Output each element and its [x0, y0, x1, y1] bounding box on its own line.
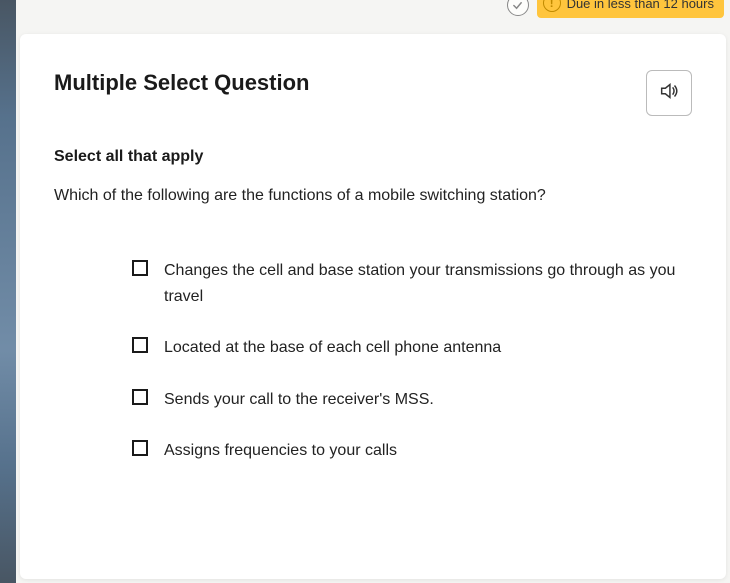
checkbox[interactable] [132, 260, 148, 276]
due-text: Due in less than 12 hours [567, 0, 714, 11]
warning-glyph: ! [550, 0, 554, 10]
options-list: Changes the cell and base station your t… [54, 258, 692, 464]
option-row[interactable]: Sends your call to the receiver's MSS. [132, 387, 682, 413]
option-text: Sends your call to the receiver's MSS. [164, 387, 434, 413]
checkbox[interactable] [132, 337, 148, 353]
warning-icon: ! [543, 0, 561, 12]
instruction-text: Select all that apply [54, 148, 692, 166]
audio-button[interactable] [646, 70, 692, 116]
top-status-bar: ! Due in less than 12 hours [507, 0, 730, 28]
option-row[interactable]: Assigns frequencies to your calls [132, 438, 682, 464]
question-card: Multiple Select Question Select all that… [20, 34, 726, 579]
option-text: Changes the cell and base station your t… [164, 258, 682, 309]
option-text: Located at the base of each cell phone a… [164, 335, 501, 361]
checkbox[interactable] [132, 440, 148, 456]
option-text: Assigns frequencies to your calls [164, 438, 397, 464]
speaker-icon [658, 80, 680, 107]
check-circle-icon[interactable] [507, 0, 529, 16]
card-header: Multiple Select Question [54, 70, 692, 116]
checkbox[interactable] [132, 389, 148, 405]
question-type-label: Multiple Select Question [54, 70, 309, 96]
left-decorative-strip [0, 0, 16, 583]
question-prompt: Which of the following are the functions… [54, 184, 692, 208]
option-row[interactable]: Changes the cell and base station your t… [132, 258, 682, 309]
due-warning-badge: ! Due in less than 12 hours [537, 0, 724, 18]
option-row[interactable]: Located at the base of each cell phone a… [132, 335, 682, 361]
